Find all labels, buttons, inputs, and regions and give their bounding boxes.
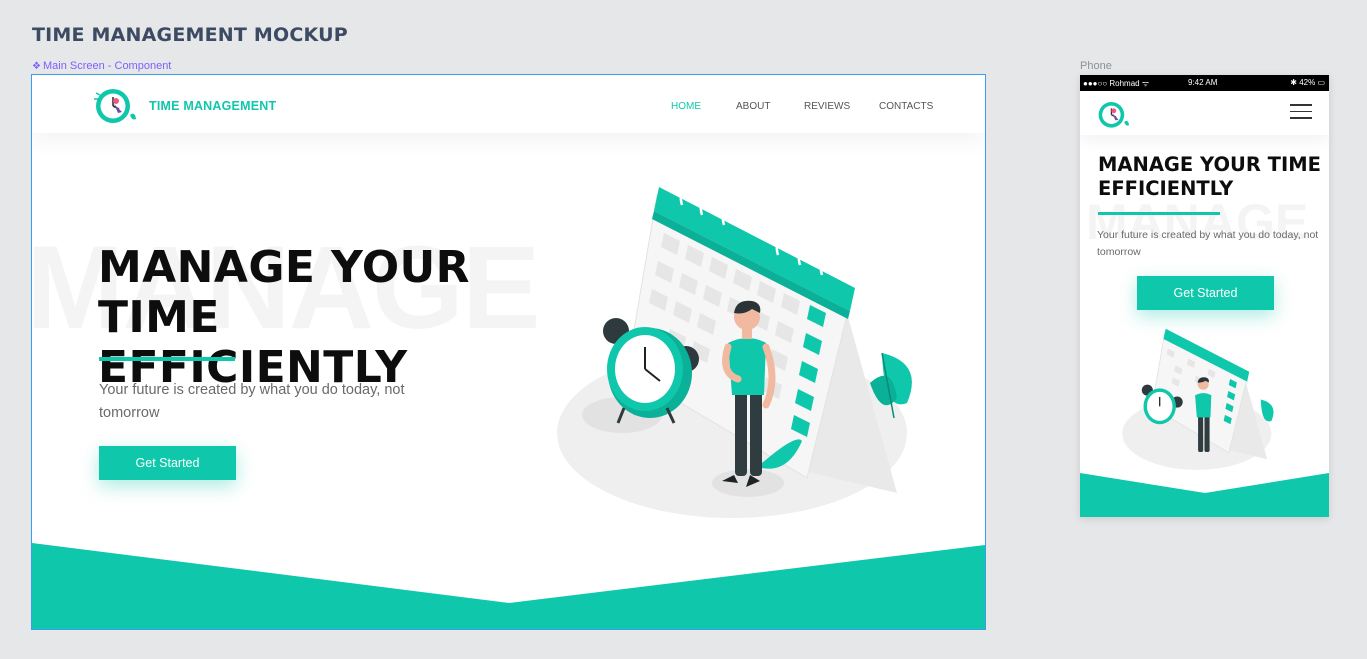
phone-headline-line2: EFFICIENTLY [1098, 177, 1234, 200]
hero-headline: MANAGE YOUR TIME EFFICIENTLY [98, 243, 598, 393]
hamburger-menu-icon[interactable] [1290, 104, 1312, 122]
phone-hero-headline: MANAGE YOUR TIME EFFICIENTLY [1098, 153, 1323, 201]
desktop-navbar: TIME MANAGEMENT HOME ABOUT REVIEWS CONTA… [32, 75, 985, 133]
clock-logo-icon[interactable] [1094, 98, 1132, 130]
nav-home[interactable]: HOME [671, 101, 701, 112]
hero-subtitle: Your future is created by what you do to… [99, 382, 405, 421]
page-title: TIME MANAGEMENT MOCKUP [32, 24, 348, 46]
status-time: 9:42 AM [1188, 78, 1218, 87]
clock-logo-icon[interactable] [92, 85, 138, 125]
calendar-clock-person-illustration [557, 187, 912, 518]
nav-about[interactable]: ABOUT [736, 101, 770, 112]
phone-navbar [1080, 91, 1329, 135]
headline-underline [99, 357, 235, 361]
phone-headline-underline [1098, 212, 1220, 215]
get-started-button[interactable]: Get Started [99, 446, 236, 480]
nav-reviews[interactable]: REVIEWS [804, 101, 850, 112]
frame-label[interactable]: ❖ Main Screen - Component [32, 60, 171, 72]
status-carrier: ●●●○○ Rohmad ᯤ [1083, 79, 1150, 88]
phone-calendar-illustration [1122, 328, 1274, 470]
phone-frame-label[interactable]: Phone [1080, 60, 1112, 72]
hero-headline-line1: MANAGE YOUR TIME [98, 242, 470, 343]
nav-contacts[interactable]: CONTACTS [879, 101, 933, 112]
phone-get-started-button[interactable]: Get Started [1137, 276, 1274, 310]
phone-status-bar: ●●●○○ Rohmad ᯤ 9:42 AM ✱ 42% ▭ [1080, 75, 1329, 91]
footer-wave [32, 543, 985, 629]
phone-headline-line1: MANAGE YOUR TIME [1098, 153, 1321, 176]
status-battery: ✱ 42% ▭ [1290, 78, 1325, 87]
phone-frame[interactable]: ●●●○○ Rohmad ᯤ 9:42 AM ✱ 42% ▭ MANAGE MA… [1080, 75, 1329, 517]
frame-label-text: Main Screen - Component [42, 60, 172, 72]
phone-hero-subtitle: Your future is created by what you do to… [1097, 229, 1319, 258]
brand-name[interactable]: TIME MANAGEMENT [149, 99, 276, 113]
component-icon: ❖ [32, 61, 41, 72]
phone-footer-wave [1080, 473, 1329, 517]
desktop-frame[interactable]: TIME MANAGEMENT HOME ABOUT REVIEWS CONTA… [31, 74, 986, 630]
